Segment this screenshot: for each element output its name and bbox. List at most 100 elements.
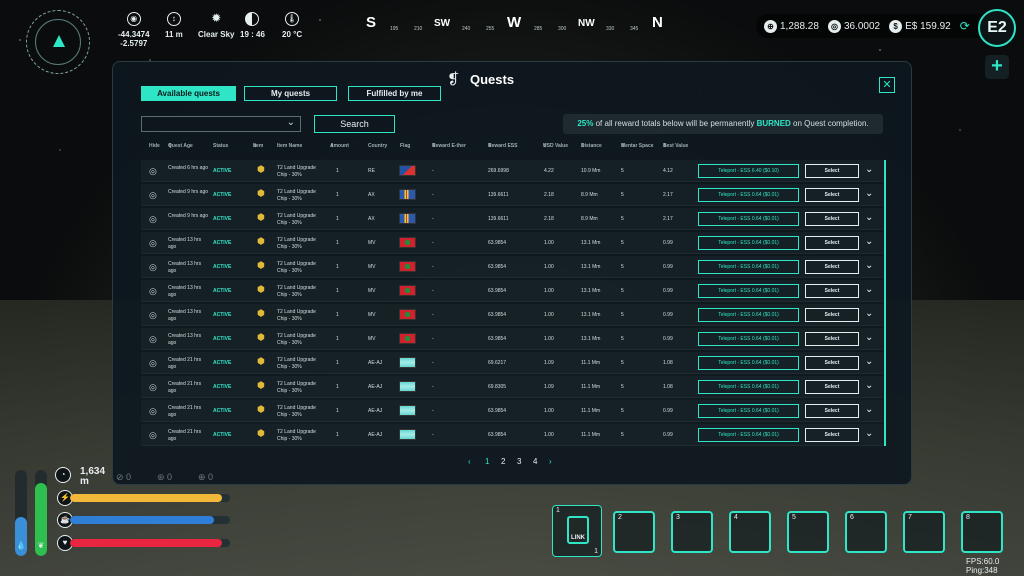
expand-chevron-icon[interactable]: ⌄ [865, 236, 873, 247]
table-row[interactable]: ◎ Created 13 hrs ago ACTIVE ⬢ T2 Land Up… [141, 304, 883, 326]
page-4[interactable]: 4 [533, 457, 537, 466]
teleport-button[interactable]: Teleport - ESS 0.64 ($0.01) [698, 260, 799, 274]
hotbar-slot-6[interactable]: 6 [845, 511, 887, 553]
hide-eye-icon[interactable]: ◎ [149, 190, 157, 201]
refresh-icon[interactable]: ⟳ [960, 19, 970, 33]
app-logo-button[interactable]: E2 [978, 9, 1016, 47]
expand-chevron-icon[interactable]: ⌄ [865, 332, 873, 343]
hide-eye-icon[interactable]: ◎ [149, 406, 157, 417]
hide-eye-icon[interactable]: ◎ [149, 262, 157, 273]
minimap[interactable] [26, 10, 90, 74]
select-button[interactable]: Select [805, 332, 859, 346]
teleport-button[interactable]: Teleport - ESS 0.64 ($0.01) [698, 428, 799, 442]
col-usd-value[interactable]: USD Value ⇕ [543, 143, 568, 149]
select-button[interactable]: Select [805, 212, 859, 226]
hide-eye-icon[interactable]: ◎ [149, 238, 157, 249]
expand-chevron-icon[interactable]: ⌄ [865, 380, 873, 391]
expand-chevron-icon[interactable]: ⌄ [865, 260, 873, 271]
teleport-button[interactable]: Teleport - ESS 0.64 ($0.01) [698, 284, 799, 298]
col-country[interactable]: Country [368, 143, 387, 149]
teleport-button[interactable]: Teleport - ESS 0.64 ($0.01) [698, 332, 799, 346]
table-row[interactable]: ◎ Created 13 hrs ago ACTIVE ⬢ T2 Land Up… [141, 280, 883, 302]
teleport-button[interactable]: Teleport - ESS 0.64 ($0.01) [698, 380, 799, 394]
teleport-button[interactable]: Teleport - ESS 0.64 ($0.01) [698, 236, 799, 250]
hide-eye-icon[interactable]: ◎ [149, 166, 157, 177]
select-button[interactable]: Select [805, 380, 859, 394]
col-hide[interactable]: Hide [149, 143, 160, 149]
select-button[interactable]: Select [805, 164, 859, 178]
col-status[interactable]: Status [213, 143, 228, 149]
next-page-icon[interactable]: › [549, 457, 552, 466]
expand-chevron-icon[interactable]: ⌄ [865, 308, 873, 319]
col-mentar-space[interactable]: Mentar Space ⇕ [621, 143, 654, 149]
select-button[interactable]: Select [805, 188, 859, 202]
select-button[interactable]: Select [805, 308, 859, 322]
table-row[interactable]: ◎ Created 13 hrs ago ACTIVE ⬢ T2 Land Up… [141, 328, 883, 350]
hotbar-slot-7[interactable]: 7 [903, 511, 945, 553]
table-row[interactable]: ◎ Created 21 hrs ago ACTIVE ⬢ T2 Land Up… [141, 400, 883, 422]
hotbar-slot-8[interactable]: 8 [961, 511, 1003, 553]
select-button[interactable]: Select [805, 356, 859, 370]
teleport-button[interactable]: Teleport - ESS 0.64 ($0.01) [698, 404, 799, 418]
select-button[interactable]: Select [805, 284, 859, 298]
hotbar-slot-4[interactable]: 4 [729, 511, 771, 553]
select-button[interactable]: Select [805, 260, 859, 274]
hotbar-slot-2[interactable]: 2 [613, 511, 655, 553]
hide-eye-icon[interactable]: ◎ [149, 334, 157, 345]
col-best-value[interactable]: Best Value ⇕ [663, 143, 688, 149]
teleport-button[interactable]: Teleport - ESS 6.40 ($0.10) [698, 164, 799, 178]
col-reward-ess[interactable]: Reward ESS ⇕ [488, 143, 517, 149]
teleport-button[interactable]: Teleport - ESS 0.64 ($0.01) [698, 308, 799, 322]
hide-eye-icon[interactable]: ◎ [149, 214, 157, 225]
select-button[interactable]: Select [805, 236, 859, 250]
table-row[interactable]: ◎ Created 13 hrs ago ACTIVE ⬢ T2 Land Up… [141, 256, 883, 278]
teleport-button[interactable]: Teleport - ESS 0.64 ($0.01) [698, 188, 799, 202]
col-quest-age[interactable]: Quest Age ⇕ [168, 143, 193, 149]
hotbar-slot-1[interactable]: 1 LINK 1 [552, 505, 602, 557]
filter-select[interactable]: ⌄ [141, 116, 301, 132]
hotbar-slot-5[interactable]: 5 [787, 511, 829, 553]
table-row[interactable]: ◎ Created 9 hrs ago ACTIVE ⬢ T2 Land Upg… [141, 184, 883, 206]
page-2[interactable]: 2 [501, 457, 505, 466]
col-item[interactable]: Item ⇕ [253, 143, 263, 149]
table-row[interactable]: ◎ Created 21 hrs ago ACTIVE ⬢ T2 Land Up… [141, 424, 883, 446]
hide-eye-icon[interactable]: ◎ [149, 382, 157, 393]
hide-eye-icon[interactable]: ◎ [149, 286, 157, 297]
table-row[interactable]: ◎ Created 21 hrs ago ACTIVE ⬢ T2 Land Up… [141, 376, 883, 398]
col-item-name[interactable]: Item Name [277, 143, 302, 149]
table-row[interactable]: ◎ Created 6 hrs ago ACTIVE ⬢ T2 Land Upg… [141, 160, 883, 182]
col-flag[interactable]: Flag [400, 143, 410, 149]
close-button[interactable]: ✕ [879, 77, 895, 93]
col-distance[interactable]: Distance ⇕ [581, 143, 602, 149]
search-button[interactable]: Search [314, 115, 395, 133]
hide-eye-icon[interactable]: ◎ [149, 310, 157, 321]
add-button[interactable]: + [985, 55, 1009, 79]
mentar-space: 5 [621, 312, 624, 318]
page-3[interactable]: 3 [517, 457, 521, 466]
teleport-button[interactable]: Teleport - ESS 0.64 ($0.01) [698, 212, 799, 226]
col-amount[interactable]: Amount ⇕ [330, 143, 349, 149]
select-button[interactable]: Select [805, 404, 859, 418]
select-button[interactable]: Select [805, 428, 859, 442]
table-row[interactable]: ◎ Created 9 hrs ago ACTIVE ⬢ T2 Land Upg… [141, 208, 883, 230]
hotbar-slot-3[interactable]: 3 [671, 511, 713, 553]
expand-chevron-icon[interactable]: ⌄ [865, 284, 873, 295]
expand-chevron-icon[interactable]: ⌄ [865, 164, 873, 175]
expand-chevron-icon[interactable]: ⌄ [865, 356, 873, 367]
expand-chevron-icon[interactable]: ⌄ [865, 188, 873, 199]
hide-eye-icon[interactable]: ◎ [149, 358, 157, 369]
table-row[interactable]: ◎ Created 13 hrs ago ACTIVE ⬢ T2 Land Up… [141, 232, 883, 254]
hide-eye-icon[interactable]: ◎ [149, 430, 157, 441]
expand-chevron-icon[interactable]: ⌄ [865, 212, 873, 223]
tab-fulfilled-by-me[interactable]: Fulfilled by me [348, 86, 441, 101]
tab-my-quests[interactable]: My quests [244, 86, 337, 101]
tab-available-quests[interactable]: Available quests [141, 86, 236, 101]
table-scrollbar[interactable] [884, 160, 886, 446]
table-row[interactable]: ◎ Created 21 hrs ago ACTIVE ⬢ T2 Land Up… [141, 352, 883, 374]
expand-chevron-icon[interactable]: ⌄ [865, 404, 873, 415]
page-1[interactable]: 1 [485, 457, 489, 466]
prev-page-icon[interactable]: ‹ [468, 457, 471, 466]
col-reward-ether[interactable]: Reward E-ther ⇕ [432, 143, 466, 149]
teleport-button[interactable]: Teleport - ESS 0.64 ($0.01) [698, 356, 799, 370]
expand-chevron-icon[interactable]: ⌄ [865, 428, 873, 439]
